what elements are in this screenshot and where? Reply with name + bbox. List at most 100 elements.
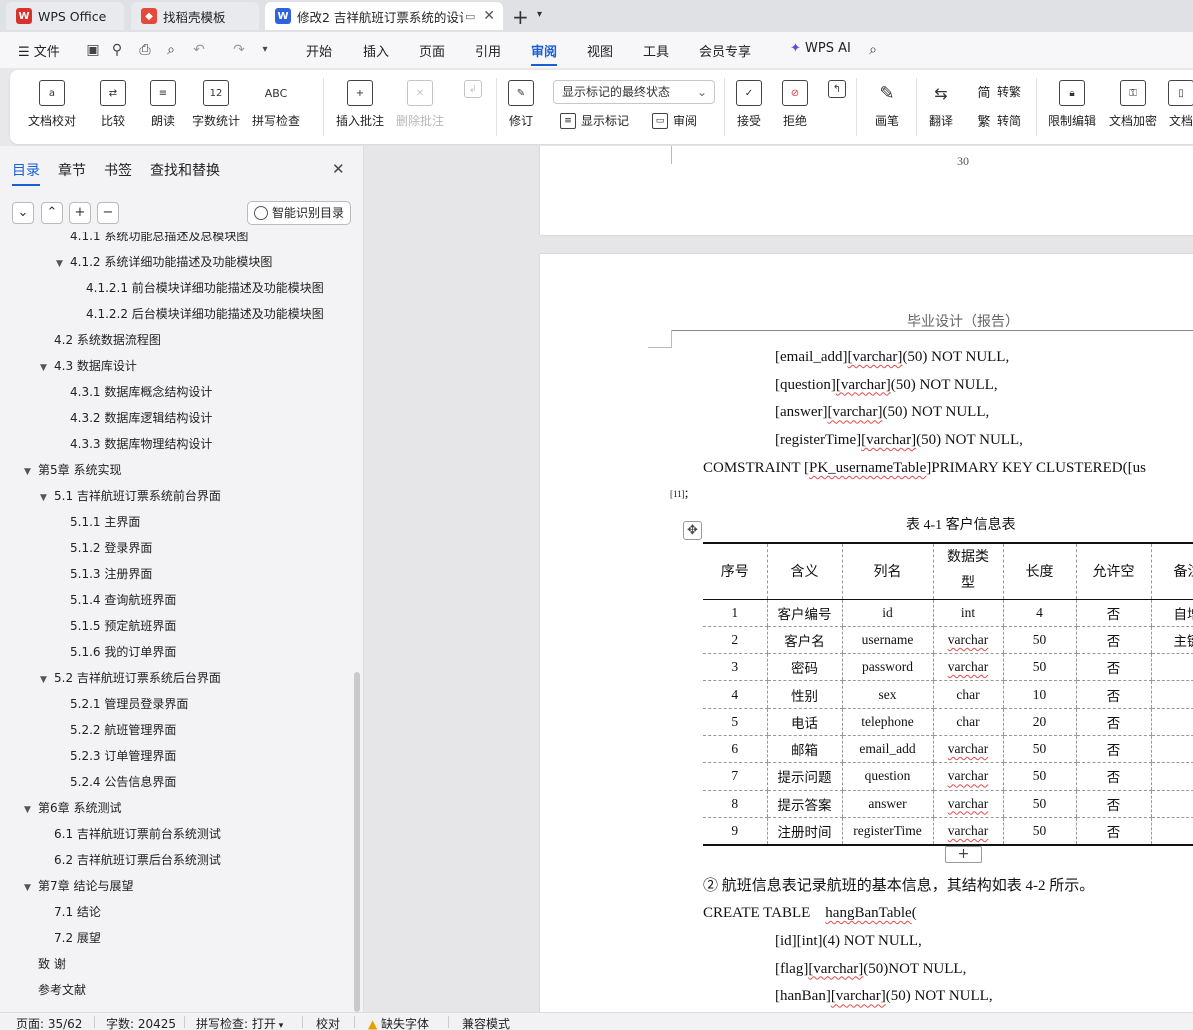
monitor-icon[interactable]: ▭: [465, 10, 475, 23]
table-cell[interactable]: 提示问题: [766, 762, 842, 791]
close-tab-icon[interactable]: ✕: [483, 8, 495, 24]
table-cell[interactable]: 50: [1002, 653, 1076, 682]
toc-item[interactable]: ▼ 第5章 系统实现: [24, 457, 121, 483]
expand-triangle-icon[interactable]: ▼: [24, 875, 38, 901]
toc-item[interactable]: 5.1.6 我的订单界面: [70, 639, 176, 665]
toc-item[interactable]: 5.1.4 查询航班界面: [70, 587, 176, 613]
menu-review[interactable]: 审阅: [531, 41, 558, 66]
reject-button[interactable]: ⊘ 拒绝: [782, 80, 808, 129]
toc-item[interactable]: 5.2.1 管理员登录界面: [70, 691, 188, 717]
smart-toc-button[interactable]: 智能识别目录: [247, 201, 351, 225]
table-cell[interactable]: 否: [1075, 735, 1151, 764]
print-preview-icon[interactable]: ⌕: [162, 41, 180, 59]
toc-item[interactable]: 4.1.2.1 前台模块详细功能描述及功能模块图: [86, 275, 324, 301]
to-simplified-button[interactable]: 繁转简: [976, 112, 1021, 130]
doc-more-button[interactable]: ▯ 文档: [1168, 80, 1193, 129]
table-cell[interactable]: 9: [703, 817, 767, 846]
table-cell[interactable]: 4: [1002, 599, 1076, 627]
encrypt-button[interactable]: ⚿ 文档加密: [1109, 80, 1157, 129]
print-icon[interactable]: ⎙: [136, 41, 154, 59]
expand-triangle-icon[interactable]: ▼: [40, 485, 54, 511]
collapse-down-icon[interactable]: ⌄: [12, 202, 34, 224]
menu-insert[interactable]: 插入: [363, 41, 389, 60]
toc-item[interactable]: 5.2.3 订单管理界面: [70, 743, 176, 769]
expand-triangle-icon[interactable]: ▼: [24, 797, 38, 823]
toc-item[interactable]: 6.2 吉祥航班订票后台系统测试: [54, 847, 221, 873]
table-cell[interactable]: varchar: [932, 790, 1003, 818]
table-cell[interactable]: answer: [841, 790, 933, 818]
prev-change-button[interactable]: ↰: [828, 80, 846, 104]
add-heading-icon[interactable]: +: [69, 202, 91, 224]
table-cell[interactable]: [1150, 790, 1193, 818]
table-cell[interactable]: 4: [703, 680, 767, 709]
save-icon[interactable]: ▣: [84, 41, 102, 59]
missing-font-indicator[interactable]: ▲ 缺失字体: [368, 1015, 429, 1030]
table-cell[interactable]: 否: [1075, 599, 1151, 627]
menu-tools[interactable]: 工具: [643, 41, 669, 60]
word-count-button[interactable]: 12 字数统计: [192, 80, 240, 129]
delete-comment-button[interactable]: ✕ 删除批注: [396, 80, 444, 129]
table-cell[interactable]: varchar: [932, 762, 1003, 791]
menu-wps-ai[interactable]: ✦ WPS AI: [790, 41, 851, 56]
table-cell[interactable]: 自增: [1150, 599, 1193, 627]
nav-tab-chapters[interactable]: 章节: [58, 160, 86, 180]
table-cell[interactable]: password: [841, 653, 933, 682]
redo-icon[interactable]: ↷: [230, 41, 248, 59]
word-count-indicator[interactable]: 字数: 20425: [106, 1015, 176, 1030]
table-cell[interactable]: 50: [1002, 626, 1076, 655]
table-cell[interactable]: 主键: [1150, 626, 1193, 655]
table-cell[interactable]: 电话: [766, 708, 842, 736]
toc-item[interactable]: 4.1.1 系统功能总描述及总模块图: [70, 232, 248, 249]
toc-item[interactable]: ▼ 第7章 结论与展望: [24, 873, 133, 899]
table-cell[interactable]: varchar: [932, 817, 1003, 846]
table-cell[interactable]: 邮箱: [766, 735, 842, 764]
nav-tab-bookmarks[interactable]: 书签: [104, 160, 132, 180]
table-cell[interactable]: varchar: [932, 626, 1003, 655]
toc-item[interactable]: ▼ 4.1.2 系统详细功能描述及功能模块图: [56, 249, 272, 275]
quick-access-chevron-icon[interactable]: ▾: [256, 41, 274, 59]
toc-item[interactable]: 5.1.2 登录界面: [70, 535, 152, 561]
table-cell[interactable]: email_add: [841, 735, 933, 764]
table-cell[interactable]: int: [932, 599, 1003, 627]
table-cell[interactable]: 6: [703, 735, 767, 764]
review-pane-button[interactable]: ▭ 审阅: [652, 112, 697, 129]
toc-item[interactable]: 参考文献: [38, 977, 86, 1003]
table-cell[interactable]: registerTime: [841, 817, 933, 846]
nav-tab-toc[interactable]: 目录: [12, 160, 40, 186]
table-cell[interactable]: 提示答案: [766, 790, 842, 818]
table-cell[interactable]: 20: [1002, 708, 1076, 736]
ink-button[interactable]: ✎ 画笔: [874, 80, 900, 129]
table-cell[interactable]: 注册时间: [766, 817, 842, 846]
table-cell[interactable]: 性别: [766, 680, 842, 709]
table-cell[interactable]: 7: [703, 762, 767, 791]
table-cell[interactable]: char: [932, 680, 1003, 709]
search-icon[interactable]: ⌕: [864, 41, 882, 59]
comment-nav-button[interactable]: ↲: [464, 80, 482, 104]
toc-item[interactable]: 4.2 系统数据流程图: [54, 327, 161, 353]
toc-item[interactable]: 7.1 结论: [54, 899, 101, 925]
toc-item[interactable]: ▼ 4.3 数据库设计: [40, 353, 137, 379]
toc-item[interactable]: 5.2.2 航班管理界面: [70, 717, 176, 743]
table-cell[interactable]: char: [932, 708, 1003, 736]
restrict-edit-button[interactable]: 🔒︎ 限制编辑: [1048, 80, 1096, 129]
table-cell[interactable]: 5: [703, 708, 767, 736]
remove-heading-icon[interactable]: −: [97, 202, 119, 224]
expand-triangle-icon[interactable]: ▼: [40, 355, 54, 381]
table-cell[interactable]: 否: [1075, 790, 1151, 818]
proof-indicator[interactable]: 校对: [316, 1015, 340, 1030]
page-indicator[interactable]: 页面: 35/62: [16, 1015, 82, 1030]
nav-tab-find-replace[interactable]: 查找和替换: [150, 160, 220, 180]
table-cell[interactable]: 客户名: [766, 626, 842, 655]
table-cell[interactable]: 否: [1075, 708, 1151, 736]
table-cell[interactable]: 否: [1075, 626, 1151, 655]
new-tab-icon[interactable]: +: [512, 5, 529, 29]
table-cell[interactable]: [1150, 653, 1193, 682]
expand-triangle-icon[interactable]: ▼: [56, 251, 70, 277]
table-cell[interactable]: [1150, 735, 1193, 764]
toc-item[interactable]: 5.2.4 公告信息界面: [70, 769, 176, 795]
toc-scrollbar[interactable]: [354, 672, 360, 1012]
table-cell[interactable]: [1150, 817, 1193, 846]
toc-item[interactable]: 5.1.1 主界面: [70, 509, 140, 535]
table-cell[interactable]: 否: [1075, 653, 1151, 682]
tab-document[interactable]: W 修改2 吉祥航班订票系统的设计 ▭ ✕: [265, 2, 503, 30]
